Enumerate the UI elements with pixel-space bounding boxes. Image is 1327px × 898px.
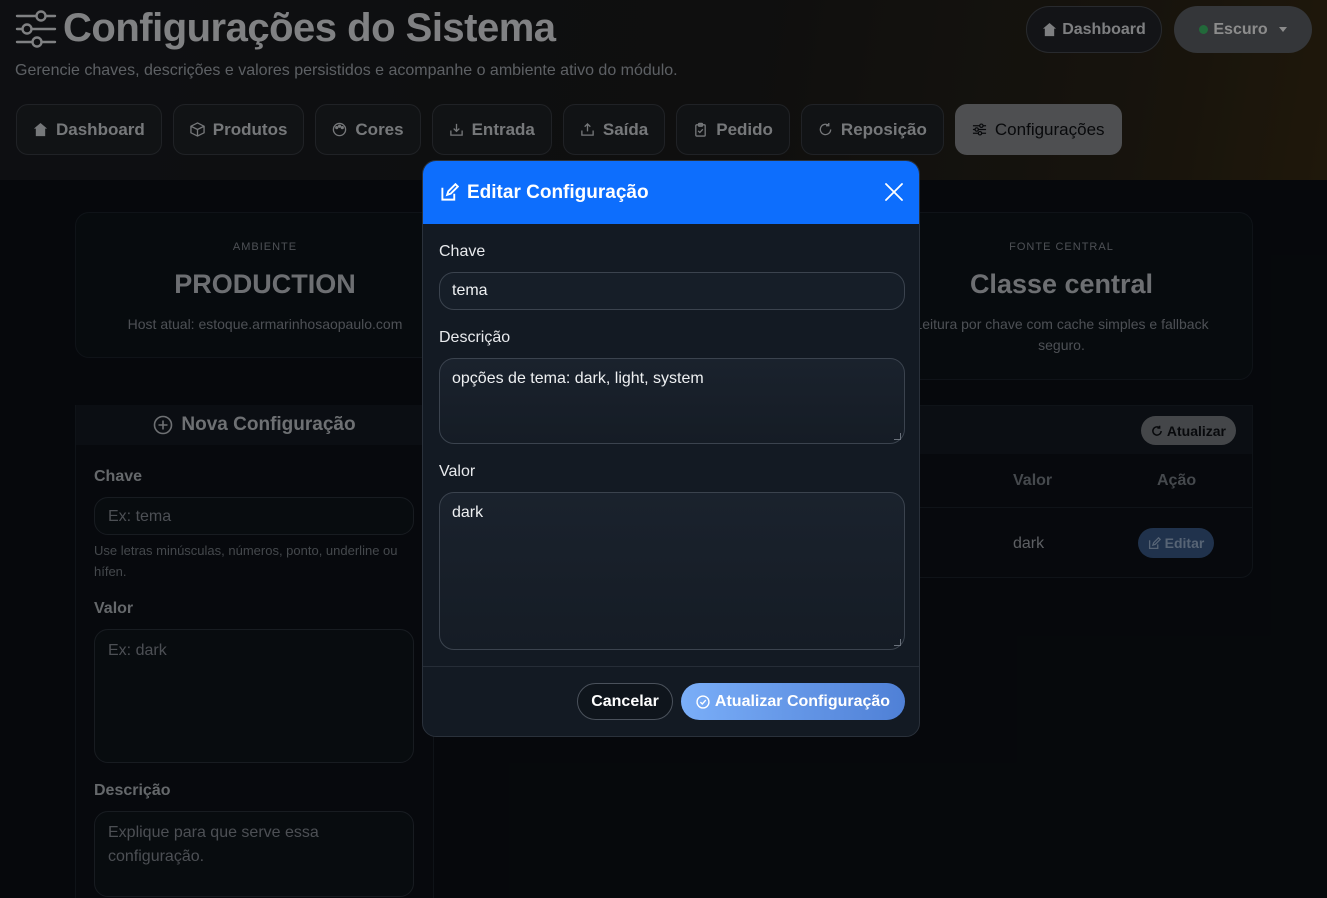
resize-handle-icon[interactable] xyxy=(894,639,901,646)
save-config-button[interactable]: Atualizar Configuração xyxy=(681,683,905,720)
modal-descricao-label: Descrição xyxy=(439,329,511,346)
cancel-button[interactable]: Cancelar xyxy=(577,683,673,720)
save-config-label: Atualizar Configuração xyxy=(714,692,891,710)
modal-descricao-value: opções de tema: dark, light, system xyxy=(452,370,704,387)
close-icon[interactable] xyxy=(884,182,904,202)
modal-title: Editar Configuração xyxy=(467,181,649,203)
modal-descricao-textarea[interactable]: opções de tema: dark, light, system xyxy=(439,358,905,444)
modal-chave-input[interactable]: tema xyxy=(439,272,905,310)
modal-header: Editar Configuração xyxy=(423,161,919,224)
resize-handle-icon[interactable] xyxy=(894,433,901,440)
modal-chave-label: Chave xyxy=(439,243,486,260)
modal-valor-textarea[interactable]: dark xyxy=(439,492,905,650)
modal-valor-value: dark xyxy=(452,504,484,521)
check-circle-icon xyxy=(696,694,710,709)
edit-icon xyxy=(441,183,459,201)
modal-valor-label: Valor xyxy=(439,463,476,480)
edit-config-modal: Editar Configuração Chave tema Descrição… xyxy=(422,160,920,737)
modal-footer-divider xyxy=(423,666,919,667)
